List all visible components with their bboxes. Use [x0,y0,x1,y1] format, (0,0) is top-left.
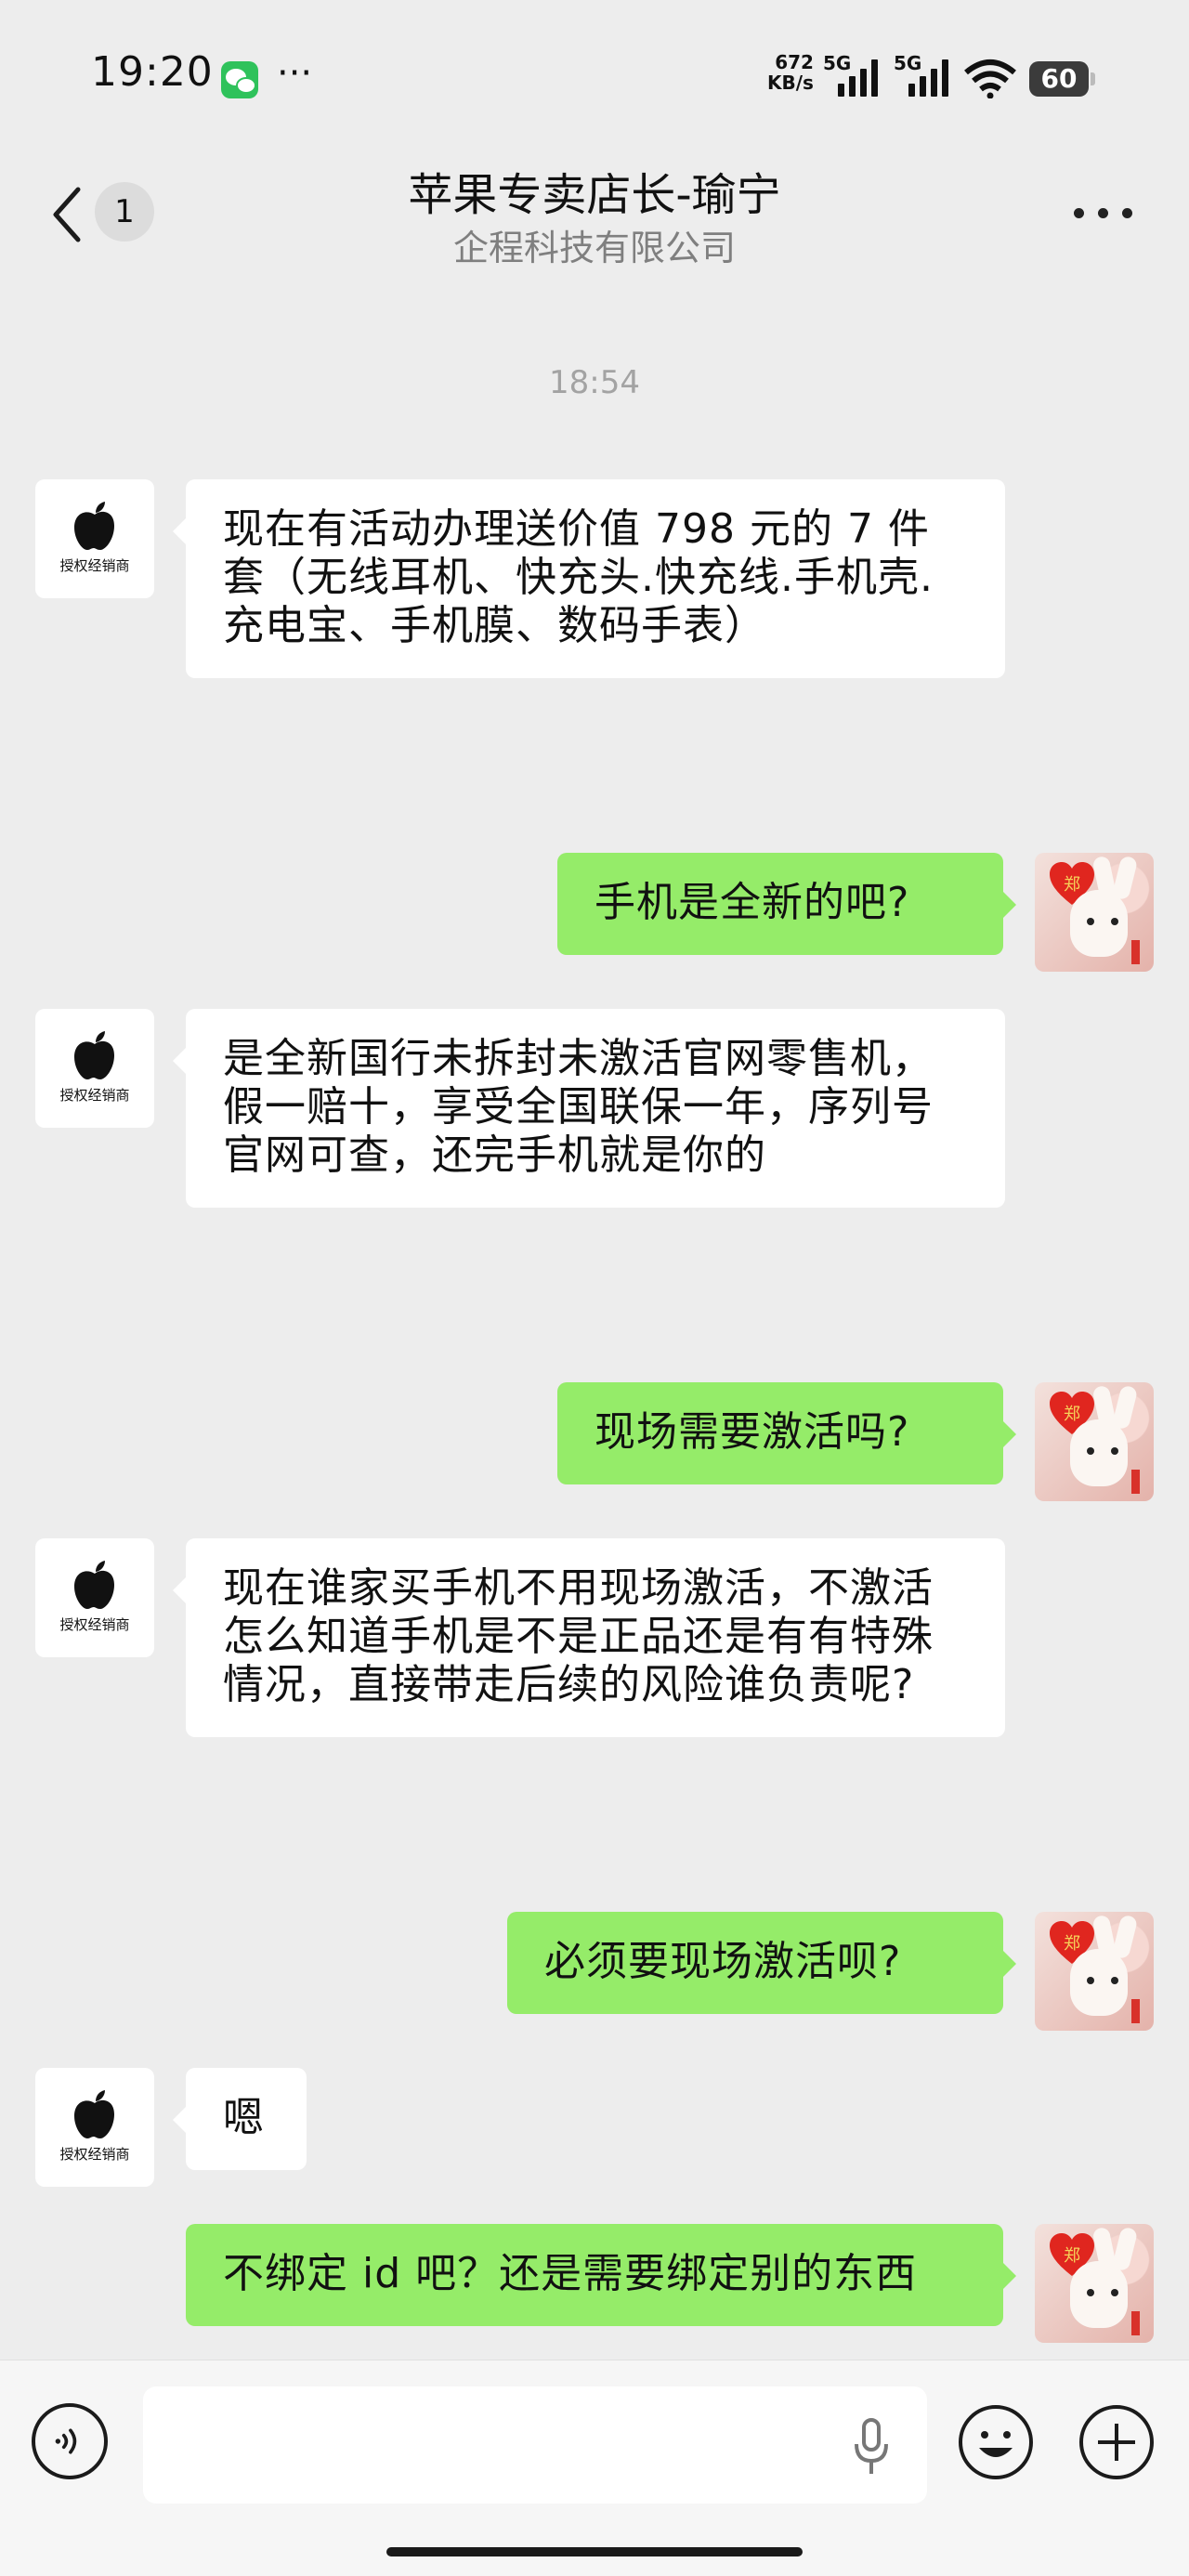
my-avatar[interactable]: 郑 [1035,2224,1154,2343]
status-bar: 19:20 ··· 672 KB/s 5G 5G 60 [0,0,1189,149]
home-indicator[interactable] [386,2547,803,2556]
message-bubble-incoming[interactable]: 现在谁家买手机不用现场激活，不激活怎么知道手机是不是正品还是有有特殊情况，直接带… [173,1538,1005,1737]
chat-timestamp: 18:54 [549,364,640,401]
contact-avatar[interactable]: 授权经销商 [35,1538,154,1657]
svg-text:郑: 郑 [1064,1934,1080,1954]
avatar-caption: 授权经销商 [59,1087,130,1104]
wifi-icon [964,59,1016,98]
signal-label: 5G [823,52,852,74]
my-avatar[interactable]: 郑 [1035,853,1154,972]
status-time: 19:20 [91,48,214,96]
message-bubble-outgoing[interactable]: 现场需要激活吗? [557,1382,1016,1484]
chat-subtitle: 企程科技有限公司 [452,228,736,268]
apple-logo-icon [74,2090,114,2138]
contact-avatar[interactable]: 授权经销商 [35,2068,154,2187]
avatar-caption: 授权经销商 [59,2146,130,2163]
message-bubble-incoming[interactable]: 现在有活动办理送价值 798 元的 7 件套（无线耳机、快充头.快充线.手机壳.… [173,479,1005,678]
contact-avatar[interactable]: 授权经销商 [35,1009,154,1128]
network-speed-value: 672 [775,51,814,73]
wechat-icon [221,61,258,98]
emoji-icon[interactable] [957,2403,1035,2481]
chat-title: 苹果专卖店长-瑜宁 [408,169,781,221]
contact-avatar[interactable]: 授权经销商 [35,479,154,598]
apple-logo-icon [74,1031,114,1079]
svg-text:郑: 郑 [1064,2246,1080,2266]
message-input[interactable] [143,2386,927,2504]
avatar-caption: 授权经销商 [59,1616,130,1633]
network-speed: 672 KB/s [767,52,814,93]
status-more-icon: ··· [277,52,313,95]
network-speed-unit: KB/s [767,72,814,94]
message-bubble-outgoing[interactable]: 必须要现场激活呗? [507,1912,1016,2014]
svg-text:郑: 郑 [1064,1405,1080,1424]
message-bubble-incoming[interactable]: 是全新国行未拆封未激活官网零售机，假一赔十，享受全国联保一年，序列号官网可查，还… [173,1009,1005,1208]
plus-icon[interactable] [1078,2403,1156,2481]
input-bar [0,2360,1189,2576]
message-bubble-outgoing[interactable]: 手机是全新的吧? [557,853,1016,955]
my-avatar[interactable]: 郑 [1035,1382,1154,1501]
apple-logo-icon [74,502,114,550]
avatar-caption: 授权经销商 [59,557,130,574]
my-avatar[interactable]: 郑 [1035,1912,1154,2031]
more-icon[interactable] [1074,208,1133,221]
battery-indicator: 60 [1029,61,1095,97]
voice-icon[interactable] [32,2403,108,2479]
apple-logo-icon [74,1561,114,1609]
microphone-icon[interactable] [853,2418,890,2476]
message-bubble-outgoing[interactable]: 不绑定 id 吧？还是需要绑定别的东西 [186,2224,1016,2326]
message-bubble-incoming[interactable]: 嗯 [173,2068,307,2170]
svg-text:郑: 郑 [1064,875,1080,895]
signal-label: 5G [894,52,922,74]
